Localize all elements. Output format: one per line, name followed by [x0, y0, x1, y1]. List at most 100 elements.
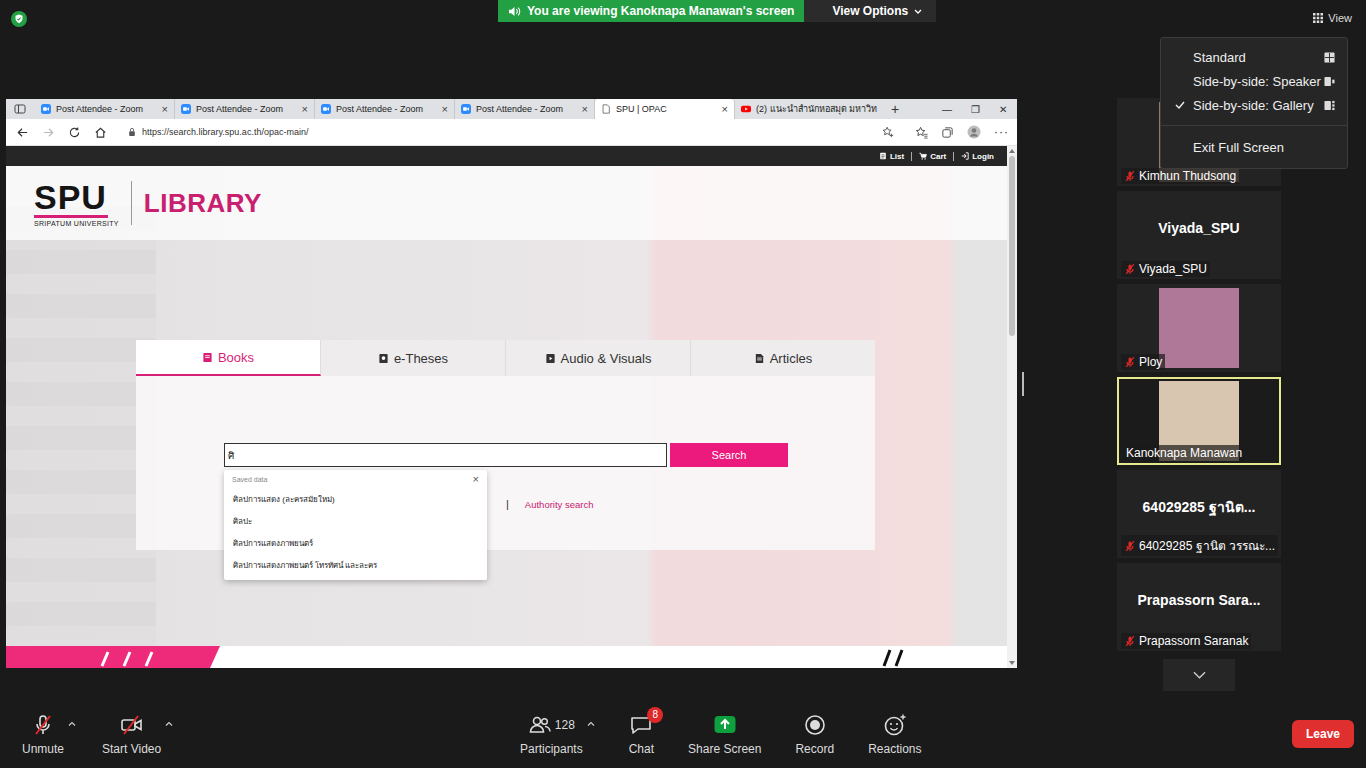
url-field[interactable]: https://search.library.spu.ac.th/opac-ma… [120, 123, 902, 142]
toolbar-button[interactable]: Reactions [868, 713, 921, 756]
window-control-button[interactable]: ✕ [989, 104, 1017, 115]
add-favorite-icon[interactable] [882, 126, 894, 138]
address-bar: https://search.library.spu.ac.th/opac-ma… [6, 119, 1017, 146]
toolbar-label: Chat [629, 742, 654, 756]
browser-tab[interactable]: Post Attendee - Zoom× [175, 99, 315, 119]
suggestion-item[interactable]: ศิลปการแสดงภาพยนตร์ โทรทัศน์ และละคร [224, 554, 487, 576]
tab-close-button[interactable]: × [582, 104, 588, 115]
search-input[interactable]: ศิ [224, 443, 667, 467]
top-link[interactable]: List [872, 152, 911, 161]
participant-tile[interactable]: 64029285 ฐานิต...64029285 ฐานิต วรรณะ... [1117, 470, 1281, 558]
dropdown-close-button[interactable]: × [473, 474, 479, 485]
toolbar-button[interactable]: Record [795, 713, 834, 756]
search-tab[interactable]: Articles [691, 340, 875, 376]
encryption-shield-icon[interactable] [11, 11, 27, 27]
login-icon [961, 152, 969, 160]
browser-tab[interactable]: Post Attendee - Zoom× [35, 99, 175, 119]
muted-mic-icon [1124, 263, 1136, 275]
new-tab-button[interactable]: + [883, 102, 907, 116]
zoom-icon [41, 104, 51, 114]
authority-search-link[interactable]: Authority search [525, 499, 594, 510]
toolbar-button[interactable]: Start Video [102, 713, 161, 756]
home-icon[interactable] [94, 126, 107, 139]
participant-label: Kimhun Thudsong [1121, 168, 1239, 184]
check-slot [1175, 101, 1193, 109]
caret-up-icon[interactable] [587, 721, 595, 726]
browser-tab[interactable]: Post Attendee - Zoom× [315, 99, 455, 119]
search-tab[interactable]: Audio & Visuals [506, 340, 691, 376]
participant-tile[interactable]: Viyada_SPUViyada_SPU [1117, 191, 1281, 279]
tab-close-button[interactable]: × [162, 104, 168, 115]
tab-close-button[interactable]: × [302, 104, 308, 115]
toolbar-button[interactable]: Share Screen [688, 713, 761, 756]
participant-name: Kimhun Thudsong [1139, 169, 1236, 183]
toolbar-button[interactable]: 128Participants [520, 713, 583, 756]
tab-close-button[interactable]: × [722, 104, 728, 115]
top-link[interactable]: Login [953, 152, 1001, 161]
view-button[interactable]: View [1309, 10, 1356, 26]
view-options-label: View Options [832, 4, 908, 18]
scroll-down-icon[interactable] [1009, 661, 1015, 665]
window-control-button[interactable]: ❐ [961, 104, 989, 115]
tab-actions-icon[interactable] [14, 103, 26, 115]
search-tab-label: Books [218, 350, 254, 365]
zoom-icon [461, 104, 471, 114]
search-button[interactable]: Search [670, 443, 788, 467]
toolbar-icon-row [883, 713, 907, 737]
toolbar-button[interactable]: Unmute [22, 713, 64, 756]
top-link[interactable]: Cart [911, 152, 953, 161]
article-icon [754, 353, 765, 364]
favorites-icon[interactable] [915, 126, 928, 139]
profile-icon[interactable] [967, 125, 981, 139]
suggestion-item[interactable]: ศิลปการแสดงภาพยนตร์ [224, 532, 487, 554]
view-menu-item[interactable]: Standard [1161, 45, 1347, 69]
browser-menu-button[interactable]: ··· [994, 125, 1009, 139]
page-icon [601, 104, 611, 114]
browser-tab[interactable]: Post Attendee - Zoom× [455, 99, 595, 119]
participant-tile[interactable]: Prapassorn Sara...Prapassorn Saranak [1117, 563, 1281, 651]
suggestion-item[interactable]: ศิลปะ [224, 510, 487, 532]
search-tab[interactable]: e-Theses [321, 340, 506, 376]
standard-layout-icon [1324, 52, 1335, 63]
top-link-label: List [890, 152, 904, 161]
view-options-button[interactable]: View Options [804, 0, 936, 22]
page-scrollbar[interactable] [1007, 146, 1017, 668]
window-control-button[interactable]: — [933, 104, 961, 115]
participant-tile[interactable]: Kanoknapa Manawan [1117, 377, 1281, 465]
forward-arrow-icon[interactable] [42, 126, 55, 139]
view-menu-item[interactable]: Side-by-side: Gallery [1161, 93, 1347, 117]
participants-icon [528, 713, 552, 737]
dropdown-header: Saved data× [224, 470, 487, 488]
muted-mic-icon [1124, 540, 1136, 552]
hero-area: SPUSRIPATUM UNIVERSITYLIBRARY Books e-Thes… [6, 166, 1007, 646]
view-menu-item[interactable]: Side-by-side: Speaker [1161, 69, 1347, 93]
view-menu-label: Standard [1193, 50, 1324, 65]
scroll-up-icon[interactable] [1009, 149, 1015, 153]
meeting-toolbar: Unmute Start Video 128Participants 8Chat Sha… [0, 700, 1366, 768]
resize-handle[interactable] [1022, 372, 1024, 396]
collections-icon[interactable] [941, 126, 954, 139]
view-menu-item[interactable]: Exit Full Screen [1161, 125, 1347, 162]
toolbar-group: Reactions [868, 713, 921, 756]
tab-close-button[interactable]: × [442, 104, 448, 115]
caret-up-icon[interactable] [165, 721, 173, 726]
suggestion-item[interactable]: ศิลปการแสดง (ละครสมัยใหม่) [224, 488, 487, 510]
participant-tile[interactable]: Ploy [1117, 284, 1281, 372]
book-icon [202, 352, 213, 363]
search-field-wrap: ศิSaved data×ศิลปการแสดง (ละครสมัยใหม่)ศ… [224, 443, 667, 467]
splitter [1017, 0, 1117, 700]
browser-tab[interactable]: (2) แนะนำสำนักหอสมุด มหาวิท [735, 99, 883, 119]
scroll-thumb[interactable] [1009, 156, 1015, 336]
caret-up-icon[interactable] [68, 721, 76, 726]
spu-logo[interactable]: SPUSRIPATUM UNIVERSITYLIBRARY [34, 180, 262, 227]
check-icon [1175, 101, 1185, 109]
search-tab-label: Articles [770, 351, 813, 366]
back-arrow-icon[interactable] [16, 126, 29, 139]
leave-button[interactable]: Leave [1292, 720, 1354, 748]
browser-tab[interactable]: SPU | OPAC× [595, 99, 735, 119]
gallery-next-button[interactable] [1163, 659, 1235, 691]
toolbar-button[interactable]: 8Chat [629, 713, 654, 756]
muted-mic-icon [1124, 170, 1136, 182]
refresh-icon[interactable] [68, 126, 81, 139]
search-tab[interactable]: Books [136, 340, 321, 376]
